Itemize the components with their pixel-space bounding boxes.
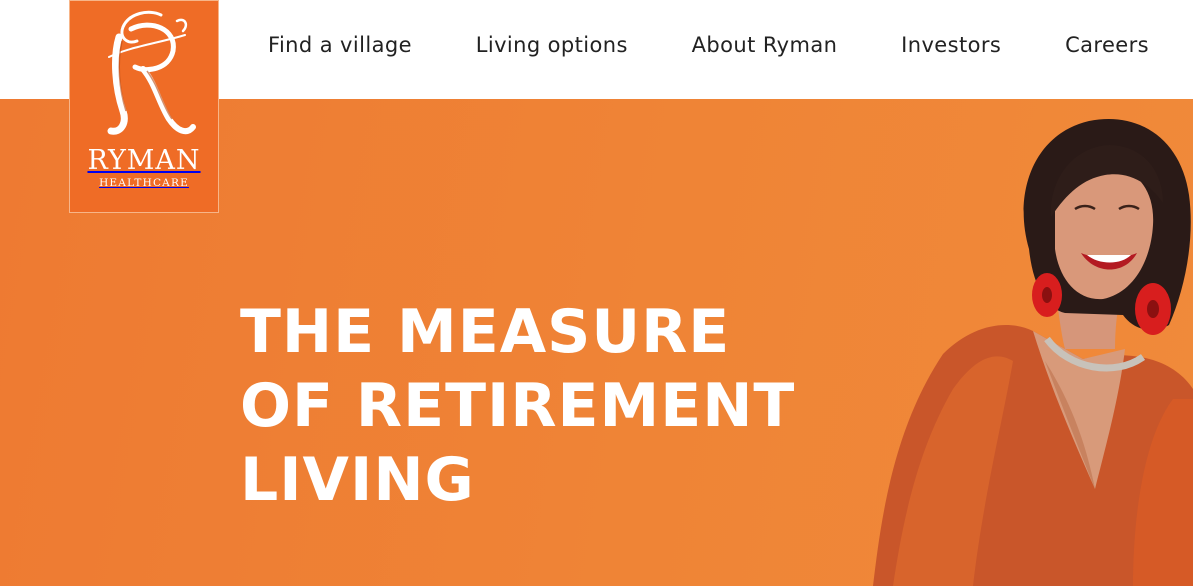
headline-line-3: LIVING bbox=[240, 445, 475, 515]
logo-subtitle: HEALTHCARE bbox=[99, 177, 189, 189]
nav-link-find-a-village[interactable]: Find a village bbox=[268, 33, 412, 57]
hero-headline: THE MEASURE OF RETIREMENT LIVING bbox=[240, 295, 795, 517]
nav-link-living-options[interactable]: Living options bbox=[476, 33, 628, 57]
logo-wordmark: RYMAN bbox=[87, 145, 201, 176]
hero-woman-photo bbox=[873, 119, 1193, 586]
r-monogram-icon bbox=[107, 10, 196, 135]
main-nav: Find a village Living options About Ryma… bbox=[268, 33, 1149, 57]
nav-link-investors[interactable]: Investors bbox=[901, 33, 1001, 57]
nav-link-careers[interactable]: Careers bbox=[1065, 33, 1149, 57]
ryman-logo[interactable]: RYMAN HEALTHCARE bbox=[69, 0, 219, 213]
nav-link-about-ryman[interactable]: About Ryman bbox=[692, 33, 838, 57]
headline-line-1: THE MEASURE bbox=[240, 297, 731, 367]
headline-line-2: OF RETIREMENT bbox=[240, 371, 796, 441]
